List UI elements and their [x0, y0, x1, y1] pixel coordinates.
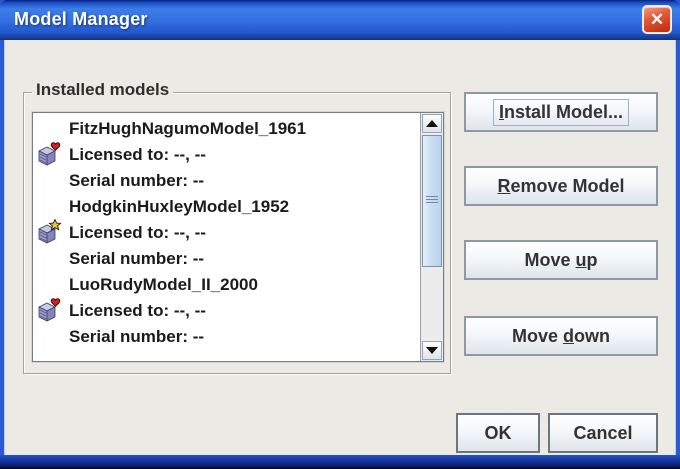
installed-models-list[interactable]: FitzHughNagumoModel_1961 Licensed to: --…	[32, 112, 444, 362]
scrollbar-thumb[interactable]	[422, 135, 442, 267]
cancel-label: Cancel	[573, 422, 633, 443]
install-model-label: Install Model...	[492, 98, 630, 126]
package-icon	[38, 298, 61, 322]
model-rows: FitzHughNagumoModel_1961 Licensed to: --…	[33, 113, 420, 361]
move-up-label: Move up	[524, 249, 598, 270]
install-model-button[interactable]: Install Model...	[464, 92, 658, 132]
arrow-down-icon	[426, 347, 438, 354]
model-licensed-to: Licensed to: --, --	[69, 145, 206, 164]
close-button[interactable]: ✕	[642, 5, 672, 34]
move-down-label: Move down	[511, 325, 610, 346]
model-serial-number: Serial number: --	[69, 171, 205, 190]
window-title: Model Manager	[14, 9, 148, 29]
model-list-item[interactable]: HodgkinHuxleyModel_1952 Licensed to: --,…	[33, 194, 420, 272]
model-list-item[interactable]: LuoRudyModel_II_2000 Licensed to: --, --…	[33, 272, 420, 350]
model-name: FitzHughNagumoModel_1961	[69, 119, 307, 138]
model-licensed-to: Licensed to: --, --	[69, 301, 206, 320]
move-down-button[interactable]: Move down	[464, 316, 658, 356]
vertical-scrollbar[interactable]	[420, 113, 443, 361]
move-up-button[interactable]: Move up	[464, 240, 658, 280]
model-name: HodgkinHuxleyModel_1952	[69, 197, 290, 216]
ok-button[interactable]: OK	[456, 413, 540, 453]
installed-models-groupbox: Installed models FitzHughNagumoModel_196…	[23, 80, 451, 374]
scroll-down-button[interactable]	[422, 341, 442, 360]
remove-model-button[interactable]: Remove Model	[464, 166, 658, 206]
model-licensed-to: Licensed to: --, --	[69, 223, 206, 242]
title-bar[interactable]: Model Manager ✕	[0, 0, 680, 40]
remove-model-label: Remove Model	[497, 175, 625, 196]
scroll-up-button[interactable]	[422, 114, 442, 133]
groupbox-title: Installed models	[32, 80, 174, 100]
close-icon: ✕	[649, 10, 665, 29]
window-bottom-border	[0, 455, 680, 469]
ok-label: OK	[484, 422, 512, 443]
scrollbar-grip-icon	[426, 196, 438, 205]
model-name: LuoRudyModel_II_2000	[69, 275, 258, 294]
model-serial-number: Serial number: --	[69, 249, 205, 268]
package-icon	[38, 219, 62, 244]
heart-overlay-icon	[50, 142, 61, 151]
model-serial-number: Serial number: --	[69, 327, 205, 346]
arrow-up-icon	[426, 120, 438, 127]
model-manager-dialog: Model Manager ✕ Installed models FitzHug…	[0, 0, 680, 469]
heart-overlay-icon	[50, 298, 61, 307]
package-icon	[38, 142, 61, 166]
dialog-content: Installed models FitzHughNagumoModel_196…	[4, 40, 676, 455]
model-list-item[interactable]: FitzHughNagumoModel_1961 Licensed to: --…	[33, 116, 420, 194]
cancel-button[interactable]: Cancel	[548, 413, 658, 453]
